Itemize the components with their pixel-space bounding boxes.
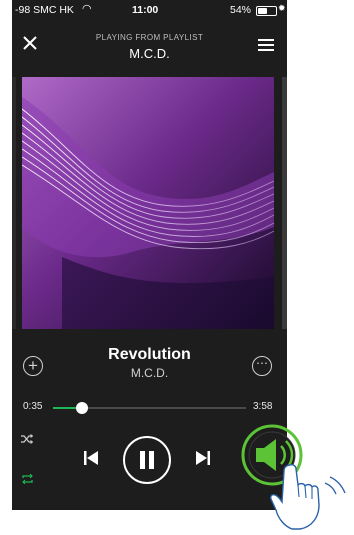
clock: 11:00: [132, 4, 159, 16]
wifi-icon: ◠: [82, 3, 92, 15]
repeat-button[interactable]: [21, 472, 34, 487]
progress-slider[interactable]: [53, 402, 246, 414]
shuffle-button[interactable]: [21, 433, 34, 447]
status-bar: -98 SMC HK ◠ 11:00 54% ✹: [12, 0, 287, 22]
battery-fill: [258, 8, 268, 14]
menu-icon: [258, 39, 274, 41]
previous-button[interactable]: [84, 450, 98, 466]
next-icon: [196, 451, 210, 465]
track-title: Revolution: [108, 346, 191, 363]
track-artist[interactable]: M.C.D.: [12, 366, 287, 380]
previous-icon: [84, 451, 98, 465]
repeat-icon: [22, 473, 33, 485]
now-playing-header: PLAYING FROM PLAYLIST M.C.D.: [12, 22, 287, 72]
progress-handle[interactable]: [75, 402, 88, 414]
battery-icon: [256, 6, 277, 16]
hand-pointer-icon: [270, 463, 354, 530]
total-time: 3:58: [253, 401, 273, 412]
menu-button[interactable]: [258, 39, 274, 51]
album-art-image: [22, 77, 274, 329]
elapsed-time: 0:35: [23, 401, 43, 412]
playing-from-label: PLAYING FROM PLAYLIST: [95, 33, 204, 42]
more-icon: ⋯: [256, 356, 268, 370]
pause-icon: [140, 451, 145, 469]
next-button[interactable]: [196, 450, 210, 466]
playlist-name[interactable]: M.C.D.: [12, 46, 287, 61]
more-options-button[interactable]: ⋯: [252, 356, 272, 376]
previous-track-art-peek[interactable]: [12, 77, 16, 329]
shuffle-icon: [21, 434, 34, 444]
pause-button[interactable]: [123, 436, 171, 484]
carrier-label: -98 SMC HK: [15, 4, 74, 16]
album-art[interactable]: [22, 77, 274, 329]
battery-percent: 54%: [230, 4, 252, 16]
next-track-art-peek[interactable]: [282, 77, 287, 329]
charging-icon: ✹: [278, 3, 286, 13]
